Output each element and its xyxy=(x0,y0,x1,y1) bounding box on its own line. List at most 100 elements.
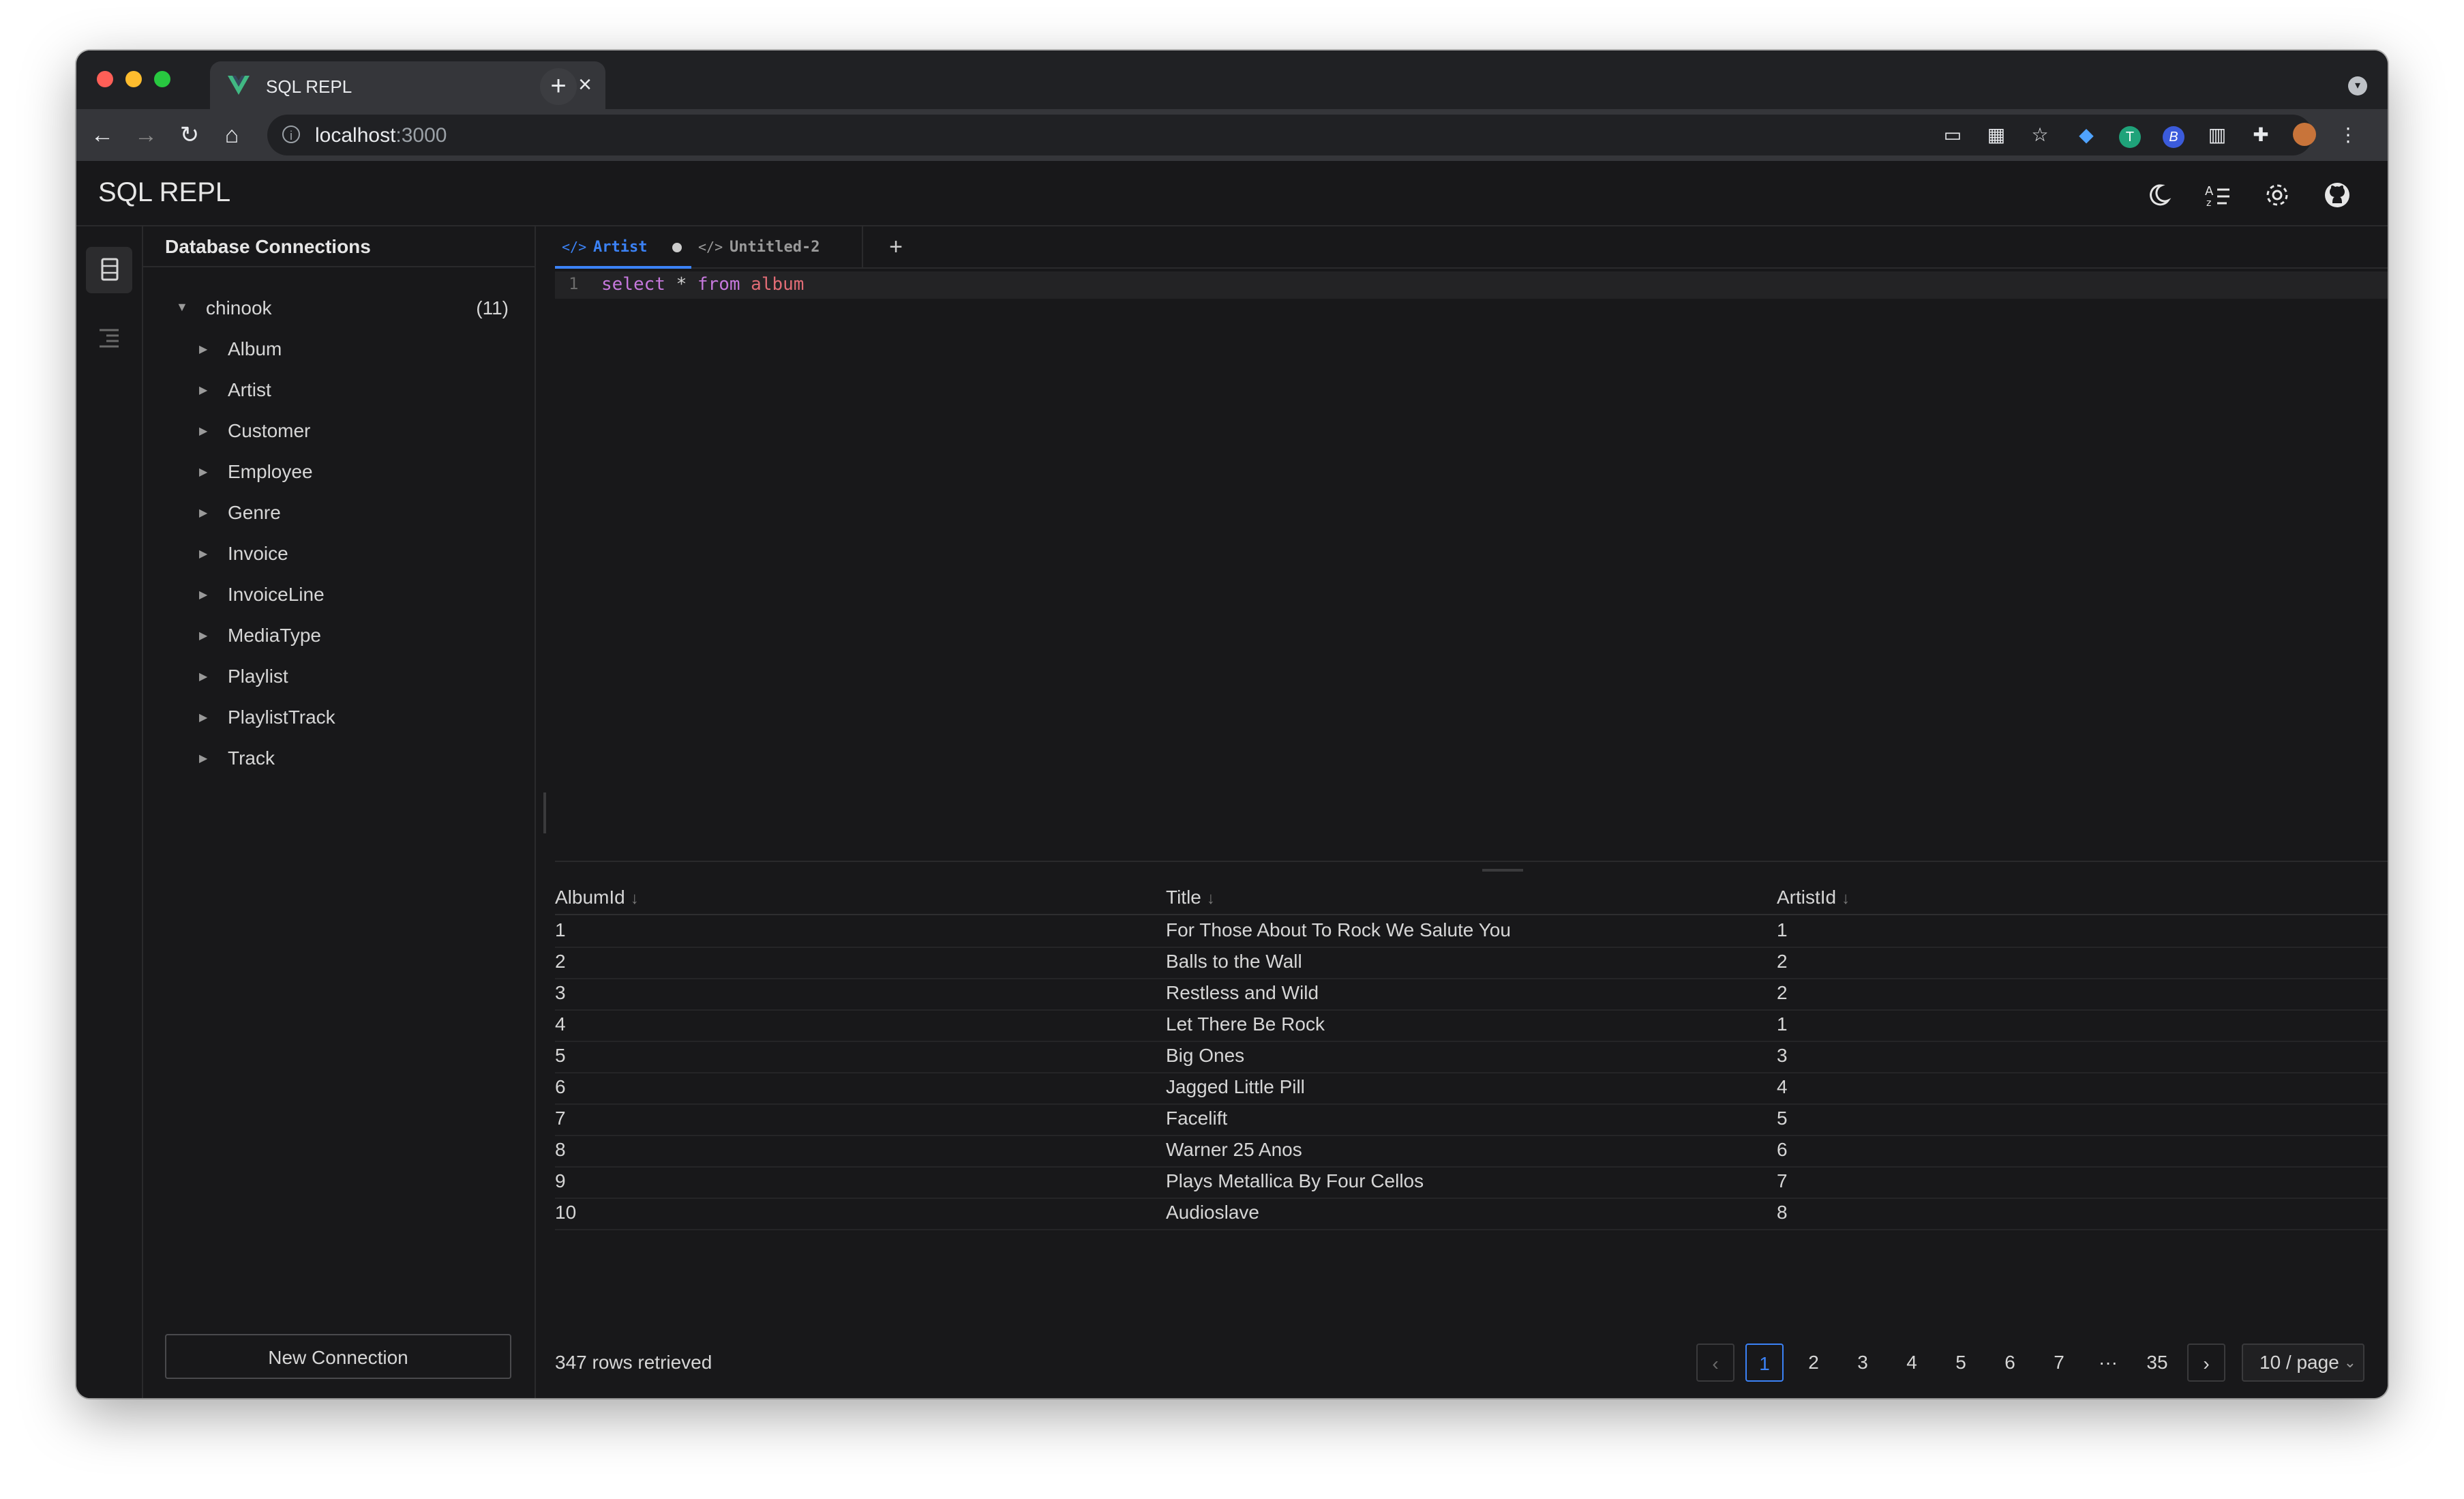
zoom-window-button[interactable] xyxy=(154,71,170,87)
back-arrow-icon[interactable]: ← xyxy=(89,121,116,149)
settings-gear-icon[interactable] xyxy=(2262,180,2292,210)
unsaved-dot-icon[interactable] xyxy=(672,243,682,252)
page-button[interactable]: 2 xyxy=(1794,1344,1833,1382)
table-row[interactable]: 9 Plays Metallica By Four Cellos 7 xyxy=(555,1166,2388,1199)
sort-arrow-icon[interactable]: ↓ xyxy=(631,889,639,908)
minimize-window-button[interactable] xyxy=(125,71,142,87)
profile-avatar[interactable] xyxy=(2292,123,2317,147)
caret-right-icon[interactable]: ▶ xyxy=(199,506,207,520)
new-tab-button[interactable]: + xyxy=(540,68,577,105)
caret-right-icon[interactable]: ▶ xyxy=(199,711,207,724)
table-row[interactable]: 8 Warner 25 Anos 6 xyxy=(555,1135,2388,1168)
extension-blue-icon[interactable]: B xyxy=(2161,123,2186,148)
column-header-title[interactable]: Title ↓ xyxy=(1166,887,1215,908)
table-row[interactable]: 7 Facelift 5 xyxy=(555,1103,2388,1136)
page-ellipsis[interactable]: ··· xyxy=(2089,1344,2127,1382)
page-button[interactable]: 7 xyxy=(2040,1344,2078,1382)
reload-icon[interactable]: ↻ xyxy=(176,121,203,149)
table-cell: 5 xyxy=(555,1045,566,1066)
browser-menu-icon[interactable]: ⋮ xyxy=(2336,123,2360,147)
caret-right-icon[interactable]: ▶ xyxy=(199,629,207,642)
next-page-chevron-icon[interactable]: › xyxy=(2187,1344,2225,1382)
github-icon[interactable] xyxy=(2322,180,2352,210)
column-header-albumid[interactable]: AlbumId ↓ xyxy=(555,887,639,908)
prev-page-chevron-icon[interactable]: ‹ xyxy=(1696,1344,1734,1382)
site-info-icon[interactable]: i xyxy=(282,125,300,143)
column-header-artistid[interactable]: ArtistId ↓ xyxy=(1777,887,1850,908)
table-item-employee[interactable]: ▶ Employee xyxy=(143,458,535,488)
close-window-button[interactable] xyxy=(97,71,113,87)
page-button[interactable]: 4 xyxy=(1893,1344,1931,1382)
page-button[interactable]: 5 xyxy=(1942,1344,1980,1382)
table-row[interactable]: 10 Audioslave 8 xyxy=(555,1198,2388,1230)
caret-right-icon[interactable]: ▶ xyxy=(199,383,207,397)
table-cell: 1 xyxy=(1777,1013,1788,1035)
extension-teal-icon[interactable]: T xyxy=(2118,123,2142,148)
forward-arrow-icon[interactable]: → xyxy=(132,121,160,149)
url-host: localhost xyxy=(315,124,396,147)
page-button[interactable]: 6 xyxy=(1991,1344,2029,1382)
home-icon[interactable]: ⌂ xyxy=(218,121,245,149)
dark-mode-moon-icon[interactable] xyxy=(2144,180,2174,210)
table-row[interactable]: 5 Big Ones 3 xyxy=(555,1041,2388,1073)
caret-right-icon[interactable]: ▶ xyxy=(199,752,207,765)
table-item-invoice[interactable]: ▶ Invoice xyxy=(143,540,535,570)
caret-down-icon[interactable]: ▼ xyxy=(176,300,188,314)
page-button[interactable]: 3 xyxy=(1844,1344,1882,1382)
connections-panel-button[interactable] xyxy=(86,247,132,293)
table-item-customer[interactable]: ▶ Customer xyxy=(143,417,535,447)
table-item-track[interactable]: ▶ Track xyxy=(143,745,535,775)
table-row[interactable]: 1 For Those About To Rock We Salute You 1 xyxy=(555,915,2388,948)
close-tab-icon[interactable]: × xyxy=(578,71,592,98)
page-button[interactable]: 1 xyxy=(1745,1344,1784,1382)
format-sql-icon[interactable]: A z xyxy=(2202,180,2232,210)
sort-arrow-icon[interactable]: ↓ xyxy=(1207,889,1215,908)
history-panel-button[interactable] xyxy=(86,315,132,361)
page-size-select[interactable]: 10 / page ⌄ xyxy=(2242,1344,2364,1382)
vue-logo-icon xyxy=(228,76,250,95)
page-button[interactable]: 35 xyxy=(2138,1344,2176,1382)
qr-code-icon[interactable]: ▦ xyxy=(1984,123,2009,147)
column-label: ArtistId xyxy=(1777,887,1837,908)
caret-right-icon[interactable]: ▶ xyxy=(199,342,207,356)
new-connection-button[interactable]: New Connection xyxy=(165,1334,511,1379)
query-text[interactable]: select * from album xyxy=(601,274,804,295)
sort-arrow-icon[interactable]: ↓ xyxy=(1842,889,1850,908)
table-item-artist[interactable]: ▶ Artist xyxy=(143,376,535,406)
caret-right-icon[interactable]: ▶ xyxy=(199,670,207,683)
sql-editor[interactable]: 1 select * from album xyxy=(555,270,2388,861)
table-item-mediatype[interactable]: ▶ MediaType xyxy=(143,622,535,652)
sidebar-resize-handle[interactable] xyxy=(535,226,555,1398)
results-resize-handle[interactable] xyxy=(555,861,2388,882)
table-item-invoiceline[interactable]: ▶ InvoiceLine xyxy=(143,581,535,611)
connections-sidebar: Database Connections ▼ chinook (11) ▶ Alb… xyxy=(143,226,536,1398)
bookmark-star-icon[interactable]: ☆ xyxy=(2028,123,2052,147)
table-cell: Balls to the Wall xyxy=(1166,951,1302,972)
table-item-album[interactable]: ▶ Album xyxy=(143,336,535,366)
extension-gem-icon[interactable]: ◆ xyxy=(2074,123,2099,147)
table-row[interactable]: 4 Let There Be Rock 1 xyxy=(555,1009,2388,1042)
database-node[interactable]: ▼ chinook (11) xyxy=(143,295,535,325)
table-row[interactable]: 2 Balls to the Wall 2 xyxy=(555,947,2388,979)
tab-search-icon[interactable]: ▾ xyxy=(2348,76,2367,95)
table-row[interactable]: 6 Jagged Little Pill 4 xyxy=(555,1072,2388,1105)
table-cell: 2 xyxy=(1777,982,1788,1003)
table-row[interactable]: 3 Restless and Wild 2 xyxy=(555,978,2388,1011)
table-item-playlisttrack[interactable]: ▶ PlaylistTrack xyxy=(143,704,535,734)
tab-untitled-2[interactable]: </> Untitled-2 xyxy=(691,226,863,267)
table-item-label: Invoice xyxy=(228,543,288,564)
operator-token: * xyxy=(676,274,687,295)
table-item-playlist[interactable]: ▶ Playlist xyxy=(143,663,535,693)
tab-artist[interactable]: </> Artist xyxy=(555,226,691,269)
caret-right-icon[interactable]: ▶ xyxy=(199,465,207,479)
new-query-tab-button[interactable]: + xyxy=(882,233,910,261)
pagination: ‹ 1 2 3 4 5 6 7 ··· 35 › 10 / page ⌄ xyxy=(1696,1344,2371,1382)
caret-right-icon[interactable]: ▶ xyxy=(199,424,207,438)
extensions-puzzle-icon[interactable]: ✚ xyxy=(2249,123,2273,147)
extension-grid-icon[interactable]: ▥ xyxy=(2205,123,2229,147)
table-item-genre[interactable]: ▶ Genre xyxy=(143,499,535,529)
app-root: SQL REPL A z Database Connections ▼ chin… xyxy=(76,161,2388,1398)
caret-right-icon[interactable]: ▶ xyxy=(199,547,207,561)
cast-icon[interactable]: ▭ xyxy=(1940,123,1965,147)
caret-right-icon[interactable]: ▶ xyxy=(199,588,207,602)
